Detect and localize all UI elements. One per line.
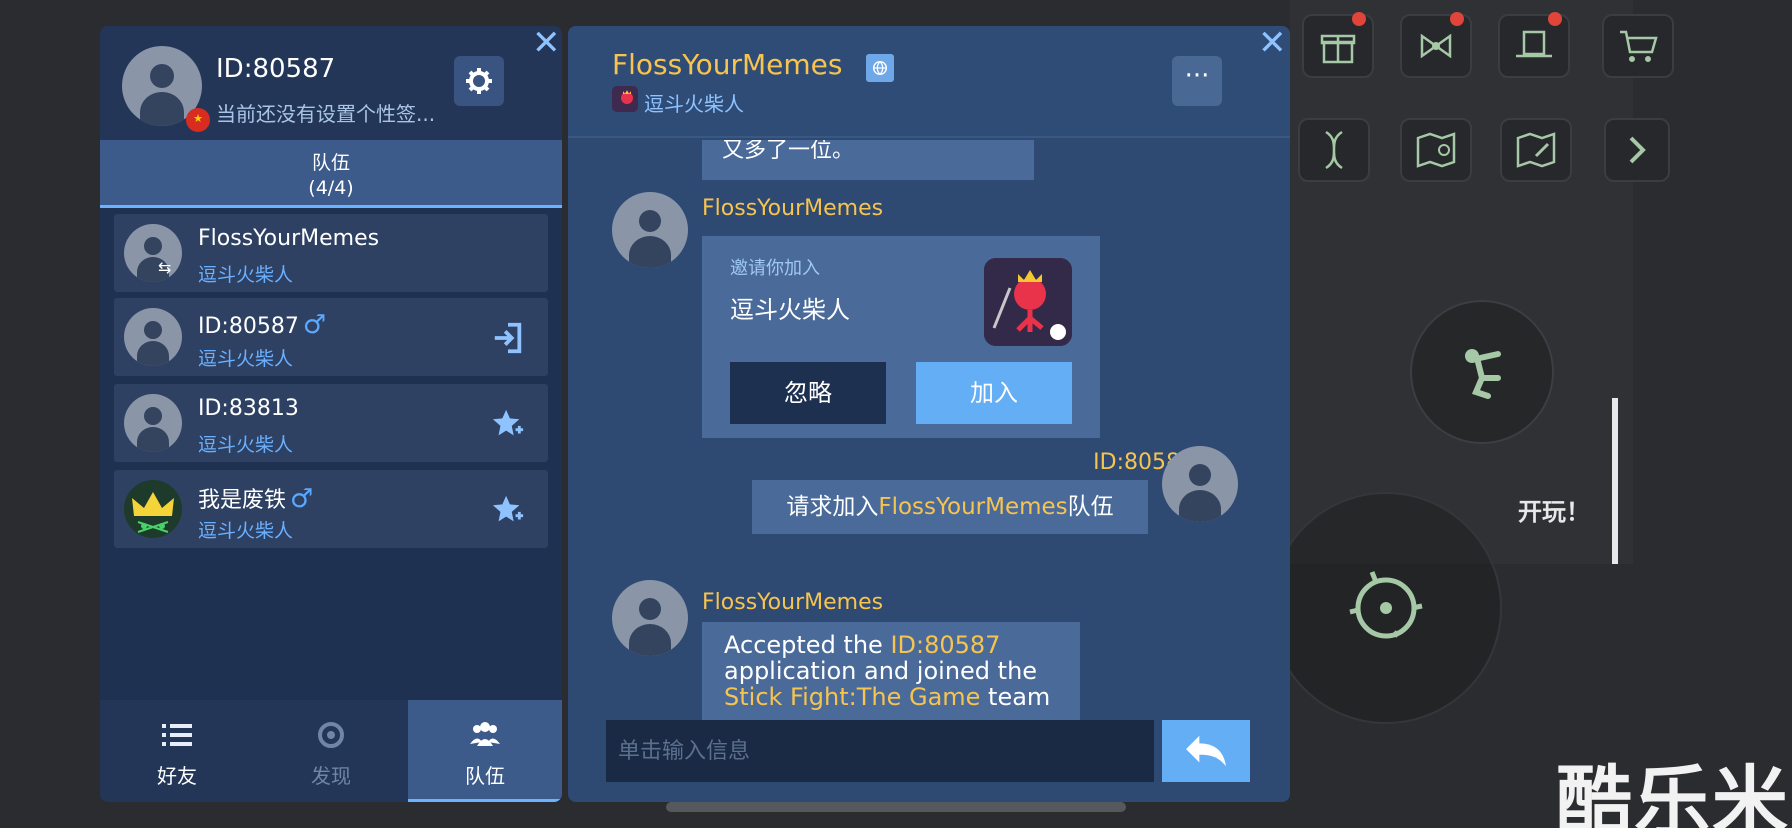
- team-tab-label: 队伍: [311, 152, 350, 174]
- more-options-button[interactable]: ···: [1172, 56, 1222, 106]
- swap-icon: ⇆: [158, 258, 172, 277]
- watermark: 酷乐米: [1556, 757, 1790, 828]
- team-member-row[interactable]: 我是废铁 ♂ 逗斗火柴人: [114, 470, 548, 548]
- gift-icon[interactable]: [1302, 12, 1374, 78]
- my-chat-avatar[interactable]: [1162, 446, 1238, 522]
- dna-icon[interactable]: [1298, 118, 1370, 182]
- male-icon: ♂: [290, 484, 314, 514]
- notification-dot: [1548, 12, 1562, 26]
- sender-avatar[interactable]: [612, 192, 688, 268]
- tab-team[interactable]: 队伍 (4/4): [100, 140, 562, 208]
- member-avatar[interactable]: [124, 480, 182, 538]
- star-plus-icon[interactable]: [490, 492, 526, 528]
- game-toolbar-area: [1290, 0, 1633, 564]
- invite-card: 邀请你加入 逗斗火柴人 忽略 加入: [702, 236, 1100, 438]
- bottom-nav: 好友 发现 队伍: [100, 700, 562, 802]
- join-button[interactable]: 加入: [916, 362, 1072, 424]
- nav-label: 队伍: [465, 764, 505, 788]
- notification-dot: [1352, 12, 1366, 26]
- bow-icon[interactable]: [1400, 12, 1472, 78]
- notification-dot: [1450, 12, 1464, 26]
- profile-header: ★ ID:80587 当前还没有设置个性签... ✕: [100, 26, 562, 140]
- sender-name: ID:80587: [1093, 450, 1194, 475]
- send-button[interactable]: [1162, 720, 1250, 782]
- crosshair-icon: [1349, 571, 1423, 639]
- member-name: FlossYourMemes: [198, 226, 380, 251]
- member-game: 逗斗火柴人: [198, 520, 294, 542]
- chat-panel: FlossYourMemes 逗斗火柴人 ··· ✕ 又多了一位。 FlossY…: [568, 26, 1290, 802]
- member-game: 逗斗火柴人: [198, 264, 294, 286]
- invite-label: 邀请你加入: [730, 258, 820, 279]
- cart-icon[interactable]: [1602, 14, 1674, 78]
- member-name: ID:80587 ♂: [198, 310, 327, 340]
- enter-icon[interactable]: [490, 320, 526, 356]
- chevron-right-icon[interactable]: [1604, 118, 1670, 182]
- game-thumbnail-icon: [984, 258, 1072, 346]
- chat-header: FlossYourMemes 逗斗火柴人 ··· ✕: [568, 26, 1290, 138]
- team-icon: [470, 722, 500, 746]
- sender-name: FlossYourMemes: [702, 196, 884, 221]
- team-member-row[interactable]: ⇆ FlossYourMemes 逗斗火柴人: [114, 214, 548, 292]
- map-edit-icon[interactable]: [1500, 118, 1572, 182]
- member-avatar[interactable]: [124, 308, 182, 366]
- ignore-button[interactable]: 忽略: [730, 362, 886, 424]
- member-avatar[interactable]: [124, 224, 182, 282]
- aim-joystick[interactable]: [1270, 492, 1502, 724]
- my-signature[interactable]: 当前还没有设置个性签...: [216, 98, 435, 127]
- nav-label: 发现: [311, 764, 351, 788]
- sender-name: FlossYourMemes: [702, 590, 884, 615]
- close-panel-icon[interactable]: ✕: [532, 26, 561, 60]
- nav-label: 好友: [157, 764, 197, 788]
- star-plus-icon[interactable]: [490, 406, 526, 442]
- team-member-row[interactable]: ID:83813 逗斗火柴人: [114, 384, 548, 462]
- game-icon: [612, 86, 638, 112]
- chat-title: FlossYourMemes: [612, 48, 843, 81]
- reply-arrow-icon: [1186, 735, 1226, 767]
- crown-icon: [132, 492, 174, 533]
- gear-icon: [466, 68, 492, 94]
- globe-icon: [866, 54, 894, 82]
- message-bubble: 请求加入FlossYourMemes队伍: [752, 480, 1148, 534]
- message-bubble: 又多了一位。: [702, 140, 1034, 180]
- team-tab-count: (4/4): [308, 177, 354, 199]
- sender-avatar[interactable]: [612, 580, 688, 656]
- member-name: 我是废铁 ♂: [198, 484, 314, 514]
- discover-icon: [318, 722, 344, 748]
- side-indicator: [1612, 398, 1618, 564]
- map-idea-icon[interactable]: [1400, 118, 1472, 182]
- jump-button[interactable]: [1410, 300, 1554, 444]
- team-member-row[interactable]: ID:80587 ♂ 逗斗火柴人: [114, 298, 548, 376]
- member-name: ID:83813: [198, 396, 299, 421]
- invite-game-name: 逗斗火柴人: [730, 296, 850, 324]
- close-chat-icon[interactable]: ✕: [1258, 26, 1287, 60]
- member-avatar[interactable]: [124, 394, 182, 452]
- list-icon: [162, 724, 192, 746]
- nav-team[interactable]: 队伍: [408, 700, 562, 802]
- male-icon: ♂: [302, 310, 327, 340]
- hat-icon[interactable]: [1498, 12, 1570, 78]
- nav-discover[interactable]: 发现: [254, 700, 408, 802]
- message-list[interactable]: 又多了一位。 FlossYourMemes 邀请你加入 逗斗火柴人 忽略 加入 …: [568, 140, 1290, 726]
- message-input[interactable]: [606, 720, 1154, 782]
- social-panel: ★ ID:80587 当前还没有设置个性签... ✕ 队伍 (4/4) ⇆ Fl…: [100, 26, 562, 802]
- message-bubble: Accepted the ID:80587 application and jo…: [702, 622, 1080, 726]
- stick-figure-icon: [1465, 349, 1501, 399]
- settings-button[interactable]: [454, 56, 504, 106]
- member-game: 逗斗火柴人: [198, 348, 294, 370]
- member-game: 逗斗火柴人: [198, 434, 294, 456]
- start-play-label[interactable]: 开玩！: [1518, 492, 1590, 527]
- my-id: ID:80587: [216, 54, 336, 84]
- china-flag-icon: ★: [186, 108, 210, 132]
- nav-friends[interactable]: 好友: [100, 700, 254, 802]
- message-input-bar: [606, 720, 1154, 782]
- scroll-indicator: [666, 802, 1126, 812]
- chat-subtitle: 逗斗火柴人: [644, 92, 744, 116]
